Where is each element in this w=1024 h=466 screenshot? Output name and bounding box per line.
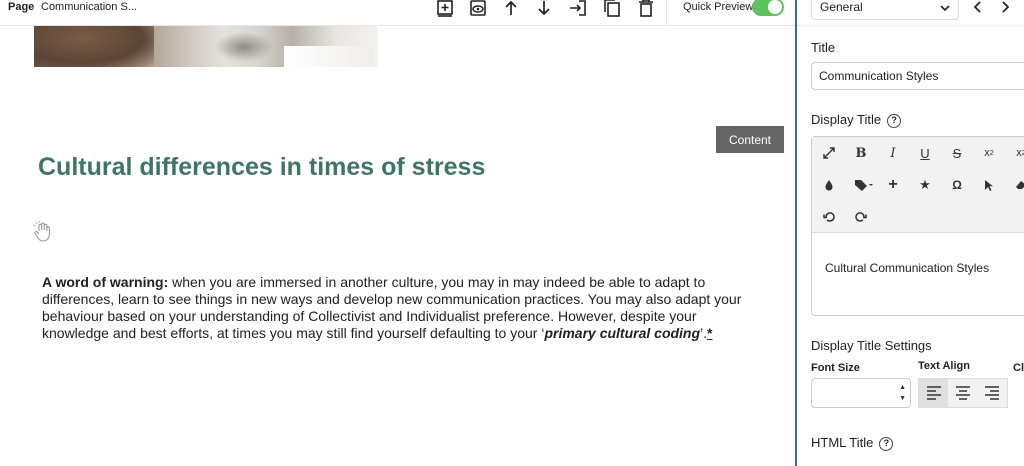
special-char-icon[interactable]: Ω — [945, 173, 969, 197]
top-toolbar: Page Communication S... Quick Preview — [0, 0, 796, 26]
align-center-button[interactable] — [948, 379, 977, 407]
move-up-icon[interactable] — [499, 0, 523, 20]
underline-icon[interactable]: U — [913, 141, 937, 165]
help-icon[interactable]: ? — [879, 436, 894, 451]
strikethrough-icon[interactable]: S — [945, 141, 969, 165]
page-label: Page — [8, 1, 35, 13]
warning-lead: A word of warning: — [42, 274, 169, 290]
drag-hand-icon[interactable] — [31, 220, 55, 244]
align-left-button[interactable] — [919, 379, 949, 407]
html-title-label: HTML Title? — [811, 435, 894, 451]
display-title-editor[interactable]: B I U S x2 x2 + ★ Ω Cultural Communicati… — [811, 136, 1024, 316]
subscript-icon[interactable]: x2 — [977, 141, 1001, 165]
page-canvas: Content Cultural differences in times of… — [0, 26, 796, 466]
title-label: Title — [811, 40, 836, 55]
page-name[interactable]: Communication S... — [41, 0, 137, 14]
undo-icon[interactable] — [817, 205, 841, 229]
display-title-label: Display Title? — [811, 112, 902, 128]
cursor-icon[interactable] — [977, 173, 1001, 197]
font-size-label: Font Size — [811, 362, 860, 374]
text-align-group — [918, 378, 1008, 408]
redo-icon[interactable] — [849, 205, 873, 229]
panel-header-separator — [797, 25, 1024, 26]
title-field[interactable]: Communication Styles — [811, 62, 1024, 90]
help-icon[interactable]: ? — [887, 113, 902, 128]
delete-icon[interactable] — [634, 0, 658, 20]
display-title-content[interactable]: Cultural Communication Styles — [825, 261, 989, 275]
move-to-icon[interactable] — [566, 0, 590, 20]
stepper-arrows-icon[interactable]: ▲ ▼ — [899, 382, 906, 404]
footnote-link[interactable]: * — [707, 325, 712, 341]
toolbar-divider — [666, 0, 667, 26]
warning-paragraph[interactable]: A word of warning: when you are immersed… — [42, 274, 762, 342]
italic-icon[interactable]: I — [881, 141, 905, 165]
clipped-setting-label: Cl — [1013, 362, 1024, 374]
align-right-button[interactable] — [978, 379, 1007, 407]
prev-arrow-icon[interactable] — [969, 0, 987, 16]
eraser-icon[interactable] — [1009, 173, 1024, 197]
font-size-input[interactable]: ▲ ▼ — [811, 378, 911, 408]
settings-panel: General Title Communication Styles Displ… — [797, 0, 1024, 466]
quick-preview-label: Quick Preview — [683, 1, 754, 13]
fullscreen-icon[interactable] — [817, 141, 841, 165]
quick-preview-toggle[interactable] — [752, 0, 784, 16]
text-color-icon[interactable] — [817, 173, 841, 197]
superscript-icon[interactable]: x2 — [1009, 141, 1024, 165]
content-block-tag[interactable]: Content — [716, 126, 784, 153]
hero-image[interactable] — [34, 26, 378, 67]
view-select[interactable]: General — [811, 0, 959, 20]
star-icon[interactable]: ★ — [913, 173, 937, 197]
toggle-knob — [768, 0, 782, 14]
display-title-settings-label: Display Title Settings — [811, 338, 932, 353]
next-arrow-icon[interactable] — [996, 0, 1014, 16]
text-align-label: Text Align — [918, 360, 970, 372]
view-select-value: General — [820, 0, 863, 14]
preview-icon[interactable] — [466, 0, 490, 20]
tag-dropdown-icon[interactable] — [849, 173, 879, 197]
duplicate-icon[interactable] — [600, 0, 624, 20]
page-heading[interactable]: Cultural differences in times of stress — [38, 153, 485, 182]
bold-icon[interactable]: B — [849, 141, 873, 165]
chevron-down-icon — [940, 1, 950, 15]
primary-coding-emphasis: primary cultural coding — [544, 325, 701, 341]
paragraph-tail: ’. — [700, 325, 708, 341]
display-title-text: Display Title — [811, 112, 882, 127]
move-down-icon[interactable] — [532, 0, 556, 20]
html-title-text: HTML Title — [811, 435, 874, 450]
editor-toolbar: B I U S x2 x2 + ★ Ω — [812, 137, 1024, 233]
add-page-icon[interactable] — [433, 0, 457, 20]
add-icon[interactable]: + — [881, 173, 905, 197]
